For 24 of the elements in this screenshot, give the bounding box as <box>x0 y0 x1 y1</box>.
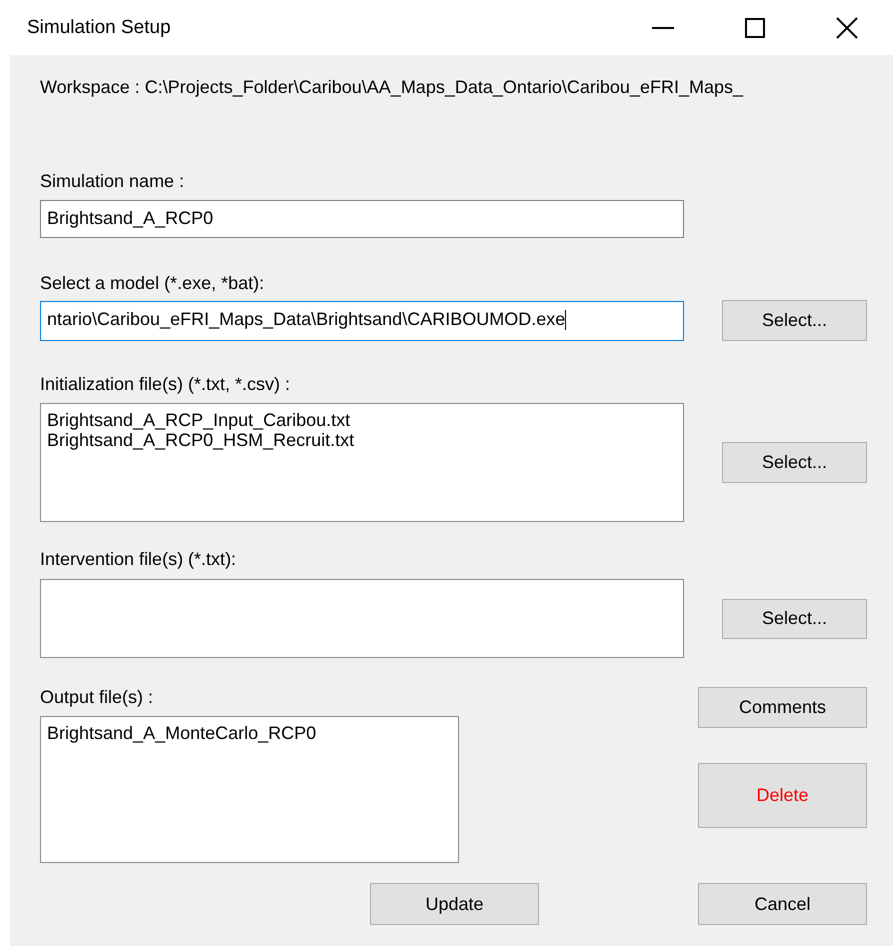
output-list[interactable]: Brightsand_A_MonteCarlo_RCP0 <box>40 716 459 863</box>
field-label: Simulation name : <box>40 171 186 191</box>
minimize-icon[interactable] <box>652 26 674 28</box>
close-icon[interactable] <box>836 16 858 38</box>
field-label: Initialization file(s) (*.txt, *.csv) : <box>40 374 292 394</box>
window-title: Simulation Setup <box>27 16 172 38</box>
comments-button[interactable]: Comments <box>698 687 867 728</box>
list-item[interactable]: Brightsand_A_RCP_Input_Caribou.txt <box>47 410 677 430</box>
update-button[interactable]: Update <box>370 883 539 925</box>
workspace-path: Workspace : C:\Projects_Folder\Caribou\AA_Maps_Data_Ontario\Caribou_eFRI_Maps_ <box>40 76 744 97</box>
cancel-button[interactable]: Cancel <box>698 883 867 925</box>
select-button[interactable]: Select... <box>722 598 867 638</box>
select-button[interactable]: Select... <box>722 300 867 341</box>
name-field[interactable]: Brightsand_A_RCP0 <box>40 200 684 238</box>
file-list[interactable]: Brightsand_A_RCP_Input_Caribou.txt Brightsand_A_RCP0_HSM_Recruit.txt <box>40 403 684 522</box>
select-button[interactable]: Select... <box>722 442 867 483</box>
maximize-icon[interactable] <box>745 18 765 38</box>
field-label: Output file(s) : <box>40 687 154 707</box>
list-item[interactable]: Brightsand_A_RCP0_HSM_Recruit.txt <box>47 430 677 450</box>
field-label: Intervention file(s) (*.txt): <box>40 549 238 569</box>
model-path-field[interactable]: ntario\Caribou_eFRI_Maps_Data\Brightsand\CARIBOUMOD.exe <box>40 300 684 340</box>
field-label: Select a model (*.exe, *bat): <box>40 273 266 293</box>
file-list[interactable] <box>40 579 684 658</box>
list-item[interactable]: Brightsand_A_MonteCarlo_RCP0 <box>47 723 452 743</box>
